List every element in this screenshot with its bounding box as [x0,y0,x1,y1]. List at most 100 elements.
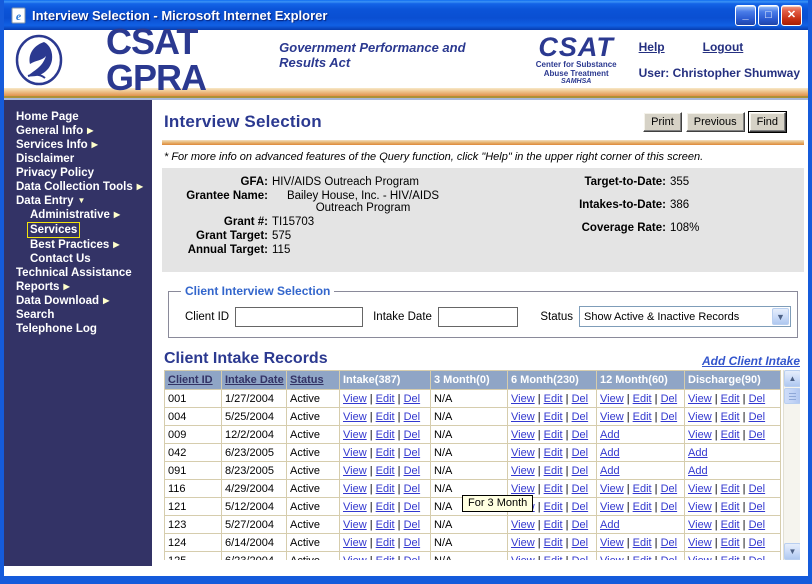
del-link[interactable]: Del [661,555,678,561]
view-link[interactable]: View [600,555,624,561]
sidebar-item-services[interactable]: Services [4,222,152,238]
view-link[interactable]: View [343,465,367,477]
del-link[interactable]: Del [404,465,421,477]
del-link[interactable]: Del [404,519,421,531]
del-link[interactable]: Del [749,393,766,405]
edit-link[interactable]: Edit [376,519,395,531]
del-link[interactable]: Del [572,465,589,477]
del-link[interactable]: Del [404,501,421,513]
add-link[interactable]: Add [688,447,708,459]
del-link[interactable]: Del [404,429,421,441]
edit-link[interactable]: Edit [544,537,563,549]
del-link[interactable]: Del [572,393,589,405]
sidebar-item-disclaimer[interactable]: Disclaimer [4,152,152,166]
del-link[interactable]: Del [749,483,766,495]
view-link[interactable]: View [511,555,535,561]
view-link[interactable]: View [688,483,712,495]
edit-link[interactable]: Edit [721,429,740,441]
edit-link[interactable]: Edit [376,501,395,513]
add-link[interactable]: Add [600,519,620,531]
sidebar-item-technical-assistance[interactable]: Technical Assistance [4,266,152,280]
del-link[interactable]: Del [404,483,421,495]
del-link[interactable]: Del [749,501,766,513]
view-link[interactable]: View [511,393,535,405]
view-link[interactable]: View [511,447,535,459]
sidebar-item-best-practices[interactable]: Best Practices ▶ [4,238,152,252]
add-link[interactable]: Add [688,465,708,477]
edit-link[interactable]: Edit [376,429,395,441]
view-link[interactable]: View [343,555,367,561]
help-link[interactable]: Help [639,40,665,54]
maximize-button[interactable]: □ [758,4,779,26]
del-link[interactable]: Del [661,501,678,513]
edit-link[interactable]: Edit [544,411,563,423]
del-link[interactable]: Del [572,519,589,531]
view-link[interactable]: View [688,501,712,513]
view-link[interactable]: View [600,483,624,495]
find-button[interactable]: Find [747,111,788,133]
column-header-status[interactable]: Status [286,370,340,390]
add-link[interactable]: Add [600,447,620,459]
edit-link[interactable]: Edit [721,411,740,423]
sidebar-item-home-page[interactable]: Home Page [4,110,152,124]
view-link[interactable]: View [343,447,367,459]
view-link[interactable]: View [343,483,367,495]
logout-link[interactable]: Logout [703,40,744,54]
edit-link[interactable]: Edit [544,555,563,561]
del-link[interactable]: Del [404,537,421,549]
view-link[interactable]: View [600,393,624,405]
del-link[interactable]: Del [404,393,421,405]
del-link[interactable]: Del [661,537,678,549]
edit-link[interactable]: Edit [544,393,563,405]
sidebar-item-privacy-policy[interactable]: Privacy Policy [4,166,152,180]
sidebar-item-telephone-log[interactable]: Telephone Log [4,322,152,336]
previous-button[interactable]: Previous [685,112,745,132]
sidebar-item-data-entry[interactable]: Data Entry ▼ [4,194,152,208]
edit-link[interactable]: Edit [376,483,395,495]
view-link[interactable]: View [688,429,712,441]
view-link[interactable]: View [343,411,367,423]
del-link[interactable]: Del [572,555,589,561]
table-scrollbar[interactable]: ▲ ▼ [783,370,800,560]
scrollbar-thumb[interactable] [784,388,800,404]
sidebar-item-services-info[interactable]: Services Info ▶ [4,138,152,152]
edit-link[interactable]: Edit [376,555,395,561]
add-client-intake-link[interactable]: Add Client Intake [702,354,800,368]
del-link[interactable]: Del [661,393,678,405]
view-link[interactable]: View [511,537,535,549]
edit-link[interactable]: Edit [721,501,740,513]
client-id-input[interactable] [235,306,364,327]
edit-link[interactable]: Edit [633,501,652,513]
scrollbar-down-icon[interactable]: ▼ [784,543,800,560]
edit-link[interactable]: Edit [633,537,652,549]
close-button[interactable]: ✕ [781,4,802,26]
del-link[interactable]: Del [749,537,766,549]
edit-link[interactable]: Edit [376,411,395,423]
edit-link[interactable]: Edit [544,465,563,477]
del-link[interactable]: Del [749,555,766,561]
view-link[interactable]: View [688,537,712,549]
view-link[interactable]: View [343,519,367,531]
del-link[interactable]: Del [572,411,589,423]
column-header-intake-date[interactable]: Intake Date [221,370,287,390]
view-link[interactable]: View [511,483,535,495]
del-link[interactable]: Del [572,537,589,549]
edit-link[interactable]: Edit [376,447,395,459]
sort-link[interactable]: Client ID [168,374,213,386]
column-header-client-id[interactable]: Client ID [164,370,222,390]
view-link[interactable]: View [688,411,712,423]
del-link[interactable]: Del [749,429,766,441]
edit-link[interactable]: Edit [376,465,395,477]
chevron-down-icon[interactable]: ▼ [772,308,789,325]
edit-link[interactable]: Edit [721,483,740,495]
del-link[interactable]: Del [572,501,589,513]
view-link[interactable]: View [511,465,535,477]
scrollbar-up-icon[interactable]: ▲ [784,370,800,387]
edit-link[interactable]: Edit [633,555,652,561]
del-link[interactable]: Del [404,447,421,459]
edit-link[interactable]: Edit [721,555,740,561]
sidebar-item-reports[interactable]: Reports ▶ [4,280,152,294]
edit-link[interactable]: Edit [721,537,740,549]
del-link[interactable]: Del [661,483,678,495]
del-link[interactable]: Del [404,555,421,561]
